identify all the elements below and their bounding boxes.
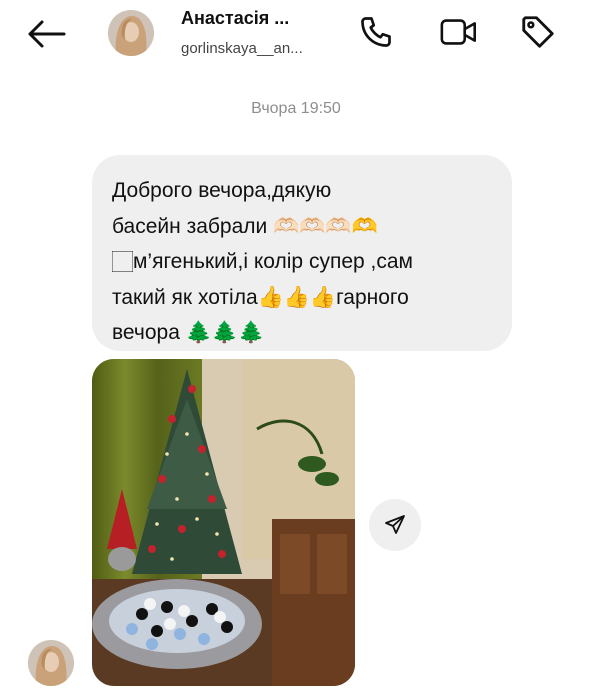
video-call-button[interactable] [439, 12, 479, 52]
video-camera-icon [440, 19, 476, 45]
message-timestamp: Вчора 19:50 [251, 100, 341, 117]
send-icon [385, 515, 405, 534]
contact-name[interactable]: Анастасія ... [181, 8, 289, 29]
tag-button[interactable] [518, 12, 558, 52]
phone-icon [361, 17, 391, 47]
chat-header: Анастасія ... gorlinskaya__an... [0, 0, 592, 70]
share-button[interactable] [369, 499, 421, 551]
tag-icon [522, 16, 554, 48]
back-button[interactable] [24, 14, 68, 54]
sender-avatar[interactable] [28, 640, 74, 686]
contact-avatar[interactable] [108, 10, 154, 56]
contact-username[interactable]: gorlinskaya__an... [181, 40, 303, 57]
message-text: Доброго вечора,дякую басейн забрали 🫶🏻🫶🏻… [112, 179, 413, 344]
message-photo[interactable] [92, 359, 355, 686]
call-button[interactable] [356, 12, 396, 52]
arrow-left-icon [28, 20, 66, 48]
message-bubble[interactable]: Доброго вечора,дякую басейн забрали 🫶🏻🫶🏻… [92, 155, 512, 351]
